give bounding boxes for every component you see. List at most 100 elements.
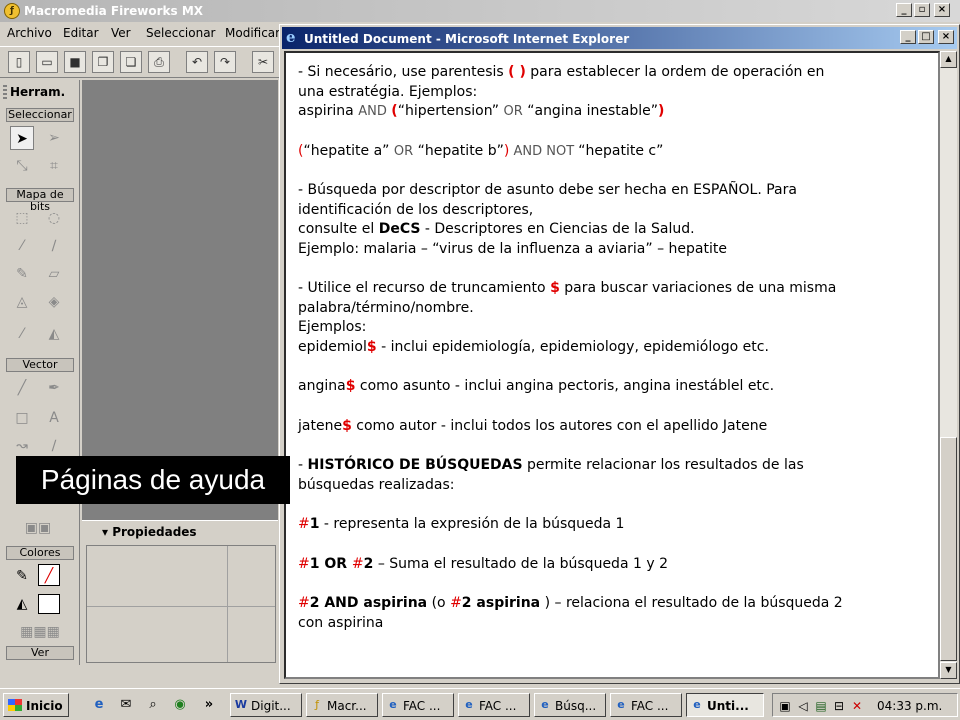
ie-quicklaunch-icon[interactable]: e [90, 696, 108, 714]
text: - inclui epidemiología, epidemiology, ep… [376, 338, 769, 355]
text: jatene [298, 417, 343, 434]
task-untitled[interactable]: e Unti... [686, 693, 764, 717]
media-quicklaunch-icon[interactable]: ◉ [171, 696, 189, 714]
text: identificación de los descriptores, [298, 201, 534, 218]
view-mode-icon[interactable]: ▣▣ [12, 516, 64, 540]
task-fac-2[interactable]: e FAC ... [458, 693, 530, 717]
text-tool-icon[interactable]: A [42, 406, 66, 430]
paragraph-hash-and: #2 AND aspirina (o #2 aspirina ) – relac… [298, 594, 918, 633]
scale-tool-icon[interactable]: ⤡ [10, 154, 34, 178]
safely-remove-icon[interactable]: ⊟ [831, 698, 847, 714]
stroke-color-icon[interactable]: ✎ [10, 564, 34, 588]
task-fac-1[interactable]: e FAC ... [382, 693, 454, 717]
undo-icon[interactable]: ↶ [186, 51, 208, 73]
knife-tool-icon[interactable]: ∕ [42, 434, 66, 458]
rubber-stamp-icon[interactable]: ◈ [42, 290, 66, 314]
display-icon[interactable]: ▤ [813, 698, 829, 714]
task-label: Unti... [707, 699, 749, 713]
ie-titlebar[interactable]: e Untitled Document - Microsoft Internet… [282, 27, 957, 49]
panel-grip[interactable] [3, 85, 7, 99]
task-fac-3[interactable]: e FAC ... [610, 693, 682, 717]
text: - Utilice el recurso de truncamiento [298, 280, 551, 296]
canvas-area[interactable] [82, 80, 278, 520]
redo-icon[interactable]: ↷ [214, 51, 236, 73]
fireworks-titlebar[interactable]: ƒ Macromedia Fireworks MX _ ▫ × [0, 0, 960, 22]
scroll-up-icon[interactable]: ▲ [940, 51, 957, 68]
menu-ver[interactable]: Ver [111, 26, 131, 40]
ie-close-button[interactable]: × [938, 30, 954, 44]
section-vector: Vector [6, 358, 74, 372]
task-label: FAC ... [631, 699, 669, 713]
help-text: - Si necesário, use parentesis ( ) para … [298, 63, 918, 653]
scroll-thumb[interactable] [940, 437, 957, 661]
text: palabra/término/nombre. [298, 299, 474, 316]
network-icon[interactable]: ▣ [777, 698, 793, 714]
decs-link[interactable]: DeCS [379, 221, 421, 237]
task-busqueda[interactable]: e Búsq... [534, 693, 606, 717]
ie-maximize-button[interactable]: □ [918, 30, 934, 44]
paragraph-hash1: #1 - representa la expresión de la búsqu… [298, 515, 918, 535]
start-button[interactable]: Inicio [3, 693, 69, 717]
section-colores: Colores [6, 546, 74, 560]
vertical-scrollbar[interactable]: ▲ ▼ [940, 51, 957, 679]
task-macromedia[interactable]: ƒ Macr... [306, 693, 378, 717]
pencil-tool-icon[interactable]: ✎ [10, 262, 34, 286]
subselect-tool-icon[interactable]: ➢ [42, 126, 66, 150]
new-file-icon[interactable]: ▯ [8, 51, 30, 73]
marquee-tool-icon[interactable]: ⬚ [10, 206, 34, 230]
windows-logo-icon [8, 699, 22, 711]
pointer-tool-icon[interactable]: ➤ [10, 126, 34, 150]
print-icon[interactable]: ⎙ [148, 51, 170, 73]
text: como asunto - inclui angina pectoris, an… [355, 378, 775, 394]
quicklaunch-chevron[interactable]: » [200, 696, 218, 714]
task-digit[interactable]: W Digit... [230, 693, 302, 717]
minimize-button[interactable]: _ [896, 3, 912, 17]
properties-panel: ▾ Propiedades [82, 520, 278, 665]
scroll-down-icon[interactable]: ▼ [940, 662, 957, 679]
menu-seleccionar[interactable]: Seleccionar [146, 26, 215, 40]
text: como autor - inclui todos los autores co… [351, 417, 768, 434]
ie-task-icon: e [617, 698, 625, 711]
ie-task-icon: e [541, 698, 549, 711]
rectangle-tool-icon[interactable]: □ [10, 406, 34, 430]
crop-tool-icon[interactable]: ⌗ [42, 154, 66, 178]
stroke-swatch-icon[interactable]: ╱ [38, 564, 60, 586]
menu-modificar[interactable]: Modificar [225, 26, 280, 40]
text-red: $ [550, 280, 560, 296]
lasso-tool-icon[interactable]: ◌ [42, 206, 66, 230]
ie-minimize-button[interactable]: _ [900, 30, 916, 44]
pen-tool-icon[interactable]: ✒ [42, 376, 66, 400]
volume-icon[interactable]: ◁ [795, 698, 811, 714]
freeform-tool-icon[interactable]: ↝ [10, 434, 34, 458]
menu-archivo[interactable]: Archivo [7, 26, 52, 40]
color-options-icon[interactable]: ▦▦▦ [10, 620, 70, 644]
properties-title[interactable]: ▾ Propiedades [102, 525, 197, 539]
menu-editar[interactable]: Editar [63, 26, 99, 40]
task-label: Búsq... [555, 699, 597, 713]
export-icon[interactable]: ❏ [120, 51, 142, 73]
brush-tool-icon[interactable]: ∕ [42, 234, 66, 258]
search-quicklaunch-icon[interactable]: ⌕ [144, 696, 162, 714]
text: aspirina [298, 103, 359, 119]
eyedropper-tool-icon[interactable]: ⁄ [10, 322, 34, 346]
paint-bucket-icon[interactable]: ◭ [42, 322, 66, 346]
line-tool-icon[interactable]: ╱ [10, 376, 34, 400]
text: permite relacionar los resultados de las [522, 457, 804, 473]
restore-button[interactable]: ▫ [914, 3, 930, 17]
close-button[interactable]: × [934, 3, 950, 17]
import-icon[interactable]: ❐ [92, 51, 114, 73]
eraser-tool-icon[interactable]: ▱ [42, 262, 66, 286]
blur-tool-icon[interactable]: ◬ [10, 290, 34, 314]
outlook-quicklaunch-icon[interactable]: ✉ [117, 696, 135, 714]
open-folder-icon[interactable]: ▭ [36, 51, 58, 73]
cut-icon[interactable]: ✂ [252, 51, 274, 73]
save-icon[interactable]: ■ [64, 51, 86, 73]
alert-icon[interactable]: ✕ [849, 698, 865, 714]
magic-wand-icon[interactable]: ⁄ [10, 234, 34, 258]
clock[interactable]: 04:33 p.m. [877, 699, 942, 713]
fireworks-toolbar: ▯ ▭ ■ ❐ ❏ ⎙ ↶ ↷ ✂ [0, 46, 280, 78]
fireworks-title: Macromedia Fireworks MX [24, 4, 204, 18]
task-label: Digit... [251, 699, 291, 713]
fill-swatch-icon[interactable] [38, 594, 60, 614]
fill-color-icon[interactable]: ◭ [10, 592, 34, 616]
